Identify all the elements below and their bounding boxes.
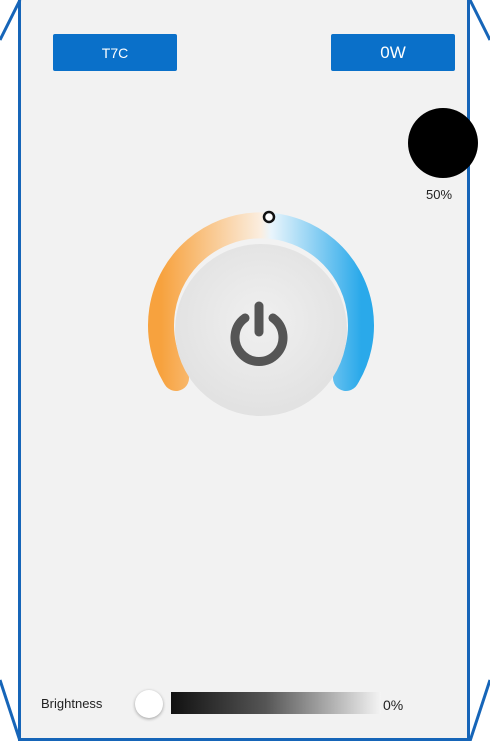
- frame-border: [0, 0, 490, 741]
- app-frame: T7C 0W 50% Brightness 0%: [0, 0, 490, 741]
